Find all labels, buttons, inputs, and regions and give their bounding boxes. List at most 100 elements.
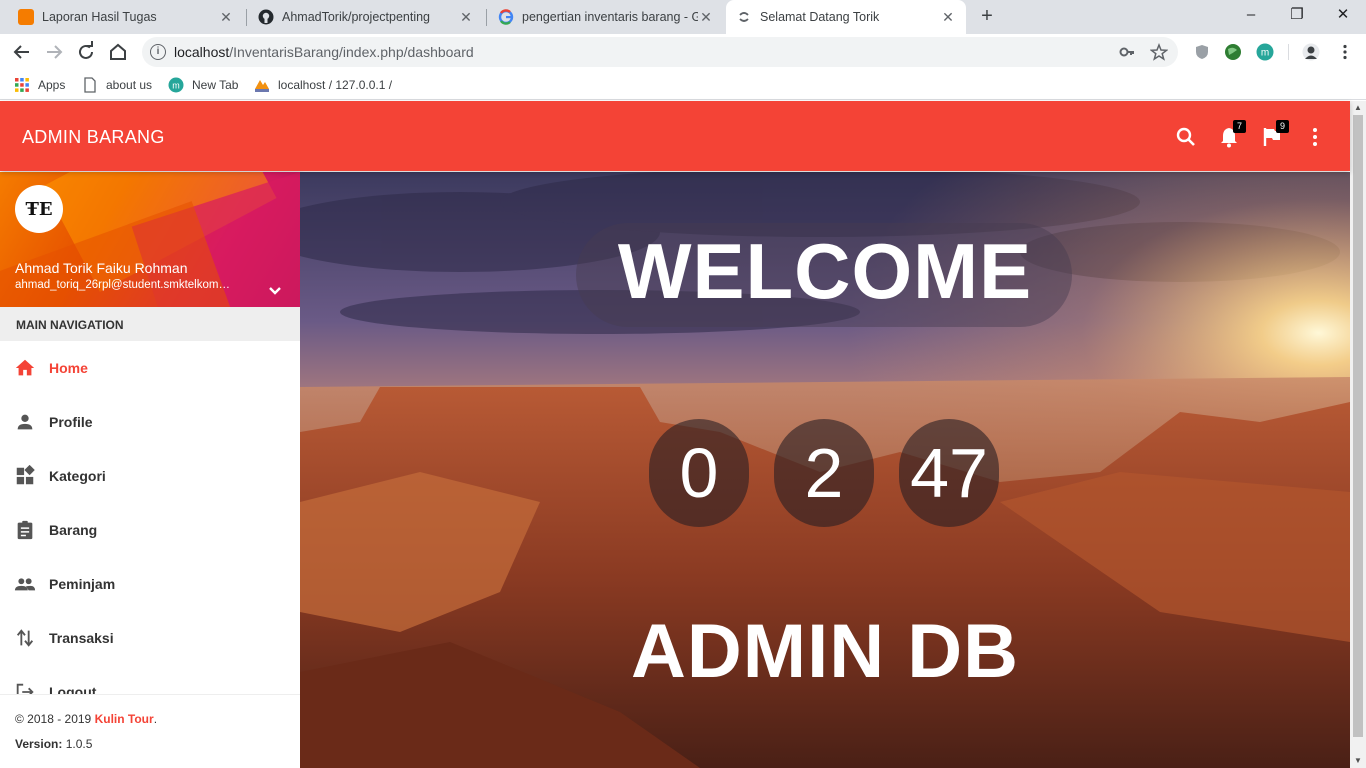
- arrow-right-icon: [47, 45, 63, 59]
- widgets-icon: [16, 465, 35, 485]
- browser-tab[interactable]: AhmadTorik/projectpenting ✕: [248, 0, 484, 34]
- group-icon: [14, 578, 36, 591]
- sidebar-item-label: Profile: [49, 414, 93, 430]
- browser-tab[interactable]: pengertian inventaris barang - Go ✕: [488, 0, 724, 34]
- bookmark-new-tab[interactable]: m New Tab: [168, 76, 238, 94]
- url-text[interactable]: localhost/InventarisBarang/index.php/das…: [174, 44, 474, 60]
- clock-hours: 0: [649, 419, 749, 527]
- github-icon: [258, 9, 274, 25]
- notifications-badge: 7: [1233, 120, 1246, 133]
- tasks-badge: 9: [1276, 120, 1289, 133]
- home-button[interactable]: [104, 38, 132, 66]
- info-icon[interactable]: i: [150, 44, 166, 60]
- bookmark-apps[interactable]: Apps: [14, 76, 65, 94]
- browser-tabstrip: Laporan Hasil Tugas ✕ AhmadTorik/project…: [0, 0, 1366, 34]
- sidebar-item-transaksi[interactable]: Transaksi: [0, 611, 300, 665]
- tasks-button[interactable]: 9: [1260, 120, 1289, 149]
- more-vert-icon: [1313, 128, 1317, 146]
- profile-avatar-icon[interactable]: [1302, 43, 1320, 61]
- sidebar-item-barang[interactable]: Barang: [0, 503, 300, 557]
- reload-button[interactable]: [72, 38, 100, 66]
- home-outline-icon: [110, 43, 126, 60]
- scroll-up-icon[interactable]: ▲: [1350, 101, 1366, 115]
- sidebar-item-label: Barang: [49, 522, 98, 538]
- star-icon[interactable]: [1150, 43, 1168, 61]
- shield-extension-icon[interactable]: [1193, 43, 1211, 61]
- tab-favicon-icon: [18, 9, 34, 25]
- svg-text:m: m: [172, 81, 180, 91]
- person-icon: [17, 414, 33, 430]
- bookmarks-bar: Apps about us m New Tab localhost / 127.…: [0, 70, 1366, 100]
- key-icon[interactable]: [1118, 43, 1136, 61]
- dashboard-content: WELCOME 0 2 47 ADMIN DB: [300, 172, 1350, 768]
- close-window-button[interactable]: ✕: [1320, 0, 1366, 30]
- sidebar-item-label: Transaksi: [49, 630, 114, 646]
- page-icon: [84, 77, 96, 93]
- browser-toolbar: i localhost/InventarisBarang/index.php/d…: [0, 34, 1366, 70]
- top-navbar: ADMIN BARANG 7 9: [0, 101, 1350, 171]
- chevron-down-icon[interactable]: [266, 282, 284, 300]
- sidebar-item-peminjam[interactable]: Peminjam: [0, 557, 300, 611]
- left-sidebar: ŦE Ahmad Torik Faiku Rohman ahmad_toriq_…: [0, 172, 300, 768]
- sidebar-footer: © 2018 - 2019 Kulin Tour. Version: 1.0.5: [0, 694, 300, 768]
- forward-button[interactable]: [40, 38, 68, 66]
- copyright-text: © 2018 - 2019 Kulin Tour.: [15, 712, 158, 726]
- close-icon[interactable]: ✕: [698, 9, 714, 25]
- avatar[interactable]: ŦE: [15, 185, 63, 233]
- tab-divider: [486, 9, 487, 26]
- svg-text:m: m: [1261, 48, 1269, 59]
- reload-icon: [79, 41, 93, 59]
- more-vert-icon[interactable]: [1336, 43, 1354, 61]
- clock-seconds: 47: [899, 419, 999, 527]
- sidebar-menu: Home Profile Kategori Barang Peminjam Tr…: [0, 341, 300, 719]
- bookmark-label: New Tab: [192, 78, 239, 92]
- scroll-thumb[interactable]: [1353, 115, 1363, 737]
- tab-title: Selamat Datang Torik: [760, 10, 880, 24]
- footer-brand-link[interactable]: Kulin Tour: [95, 712, 154, 726]
- app-window: ADMIN BARANG 7 9 ŦE Ahmad Torik Faiku Ro…: [0, 101, 1366, 768]
- close-icon[interactable]: ✕: [458, 9, 474, 25]
- sidebar-item-kategori[interactable]: Kategori: [0, 449, 300, 503]
- pma-icon: [255, 80, 269, 92]
- page-scrollbar[interactable]: ▲ ▼: [1350, 101, 1366, 768]
- close-icon[interactable]: ✕: [940, 9, 956, 25]
- new-tab-button[interactable]: +: [976, 5, 998, 27]
- browser-tab-active[interactable]: Selamat Datang Torik ✕: [726, 0, 966, 34]
- search-button[interactable]: [1174, 125, 1198, 149]
- close-icon[interactable]: ✕: [218, 9, 234, 25]
- user-name: Ahmad Torik Faiku Rohman: [15, 260, 188, 276]
- sidebar-item-label: Home: [49, 360, 88, 376]
- sidebar-item-label: Peminjam: [49, 576, 116, 592]
- navbar-brand[interactable]: ADMIN BARANG: [22, 127, 165, 148]
- bookmark-about-us[interactable]: about us: [82, 76, 152, 94]
- google-icon: [498, 9, 514, 25]
- user-info-panel: ŦE Ahmad Torik Faiku Rohman ahmad_toriq_…: [0, 172, 300, 307]
- admin-title: ADMIN DB: [631, 609, 1019, 694]
- clock-minutes: 2: [774, 419, 874, 527]
- tab-title: AhmadTorik/projectpenting: [282, 10, 430, 24]
- browser-tab[interactable]: Laporan Hasil Tugas ✕: [8, 0, 244, 34]
- arrow-left-icon: [13, 45, 29, 59]
- sidebar-item-home[interactable]: Home: [0, 341, 300, 395]
- bookmark-localhost[interactable]: localhost / 127.0.0.1 /: [254, 76, 392, 94]
- swap-icon: [16, 629, 34, 647]
- notifications-button[interactable]: 7: [1217, 120, 1246, 149]
- user-email: ahmad_toriq_26rpl@student.smktelkom-mlg.…: [15, 279, 230, 291]
- tab-title: Laporan Hasil Tugas: [42, 10, 157, 24]
- tab-divider: [246, 9, 247, 26]
- m-extension-icon[interactable]: m: [1256, 43, 1274, 61]
- toolbar-divider: [1288, 44, 1289, 60]
- globe-extension-icon[interactable]: [1224, 43, 1242, 61]
- back-button[interactable]: [8, 38, 36, 66]
- sidebar-item-profile[interactable]: Profile: [0, 395, 300, 449]
- minimize-button[interactable]: –: [1228, 0, 1274, 30]
- avatar-logo: ŦE: [25, 198, 53, 220]
- m-icon: m: [168, 77, 184, 93]
- scroll-down-icon[interactable]: ▼: [1350, 754, 1366, 768]
- address-bar[interactable]: i localhost/InventarisBarang/index.php/d…: [142, 37, 1178, 67]
- bookmark-label: Apps: [38, 78, 66, 92]
- more-options-button[interactable]: [1303, 125, 1327, 149]
- sidebar-item-label: Kategori: [49, 468, 106, 484]
- bookmark-label: localhost / 127.0.0.1 /: [278, 78, 393, 92]
- maximize-button[interactable]: ❐: [1274, 0, 1320, 30]
